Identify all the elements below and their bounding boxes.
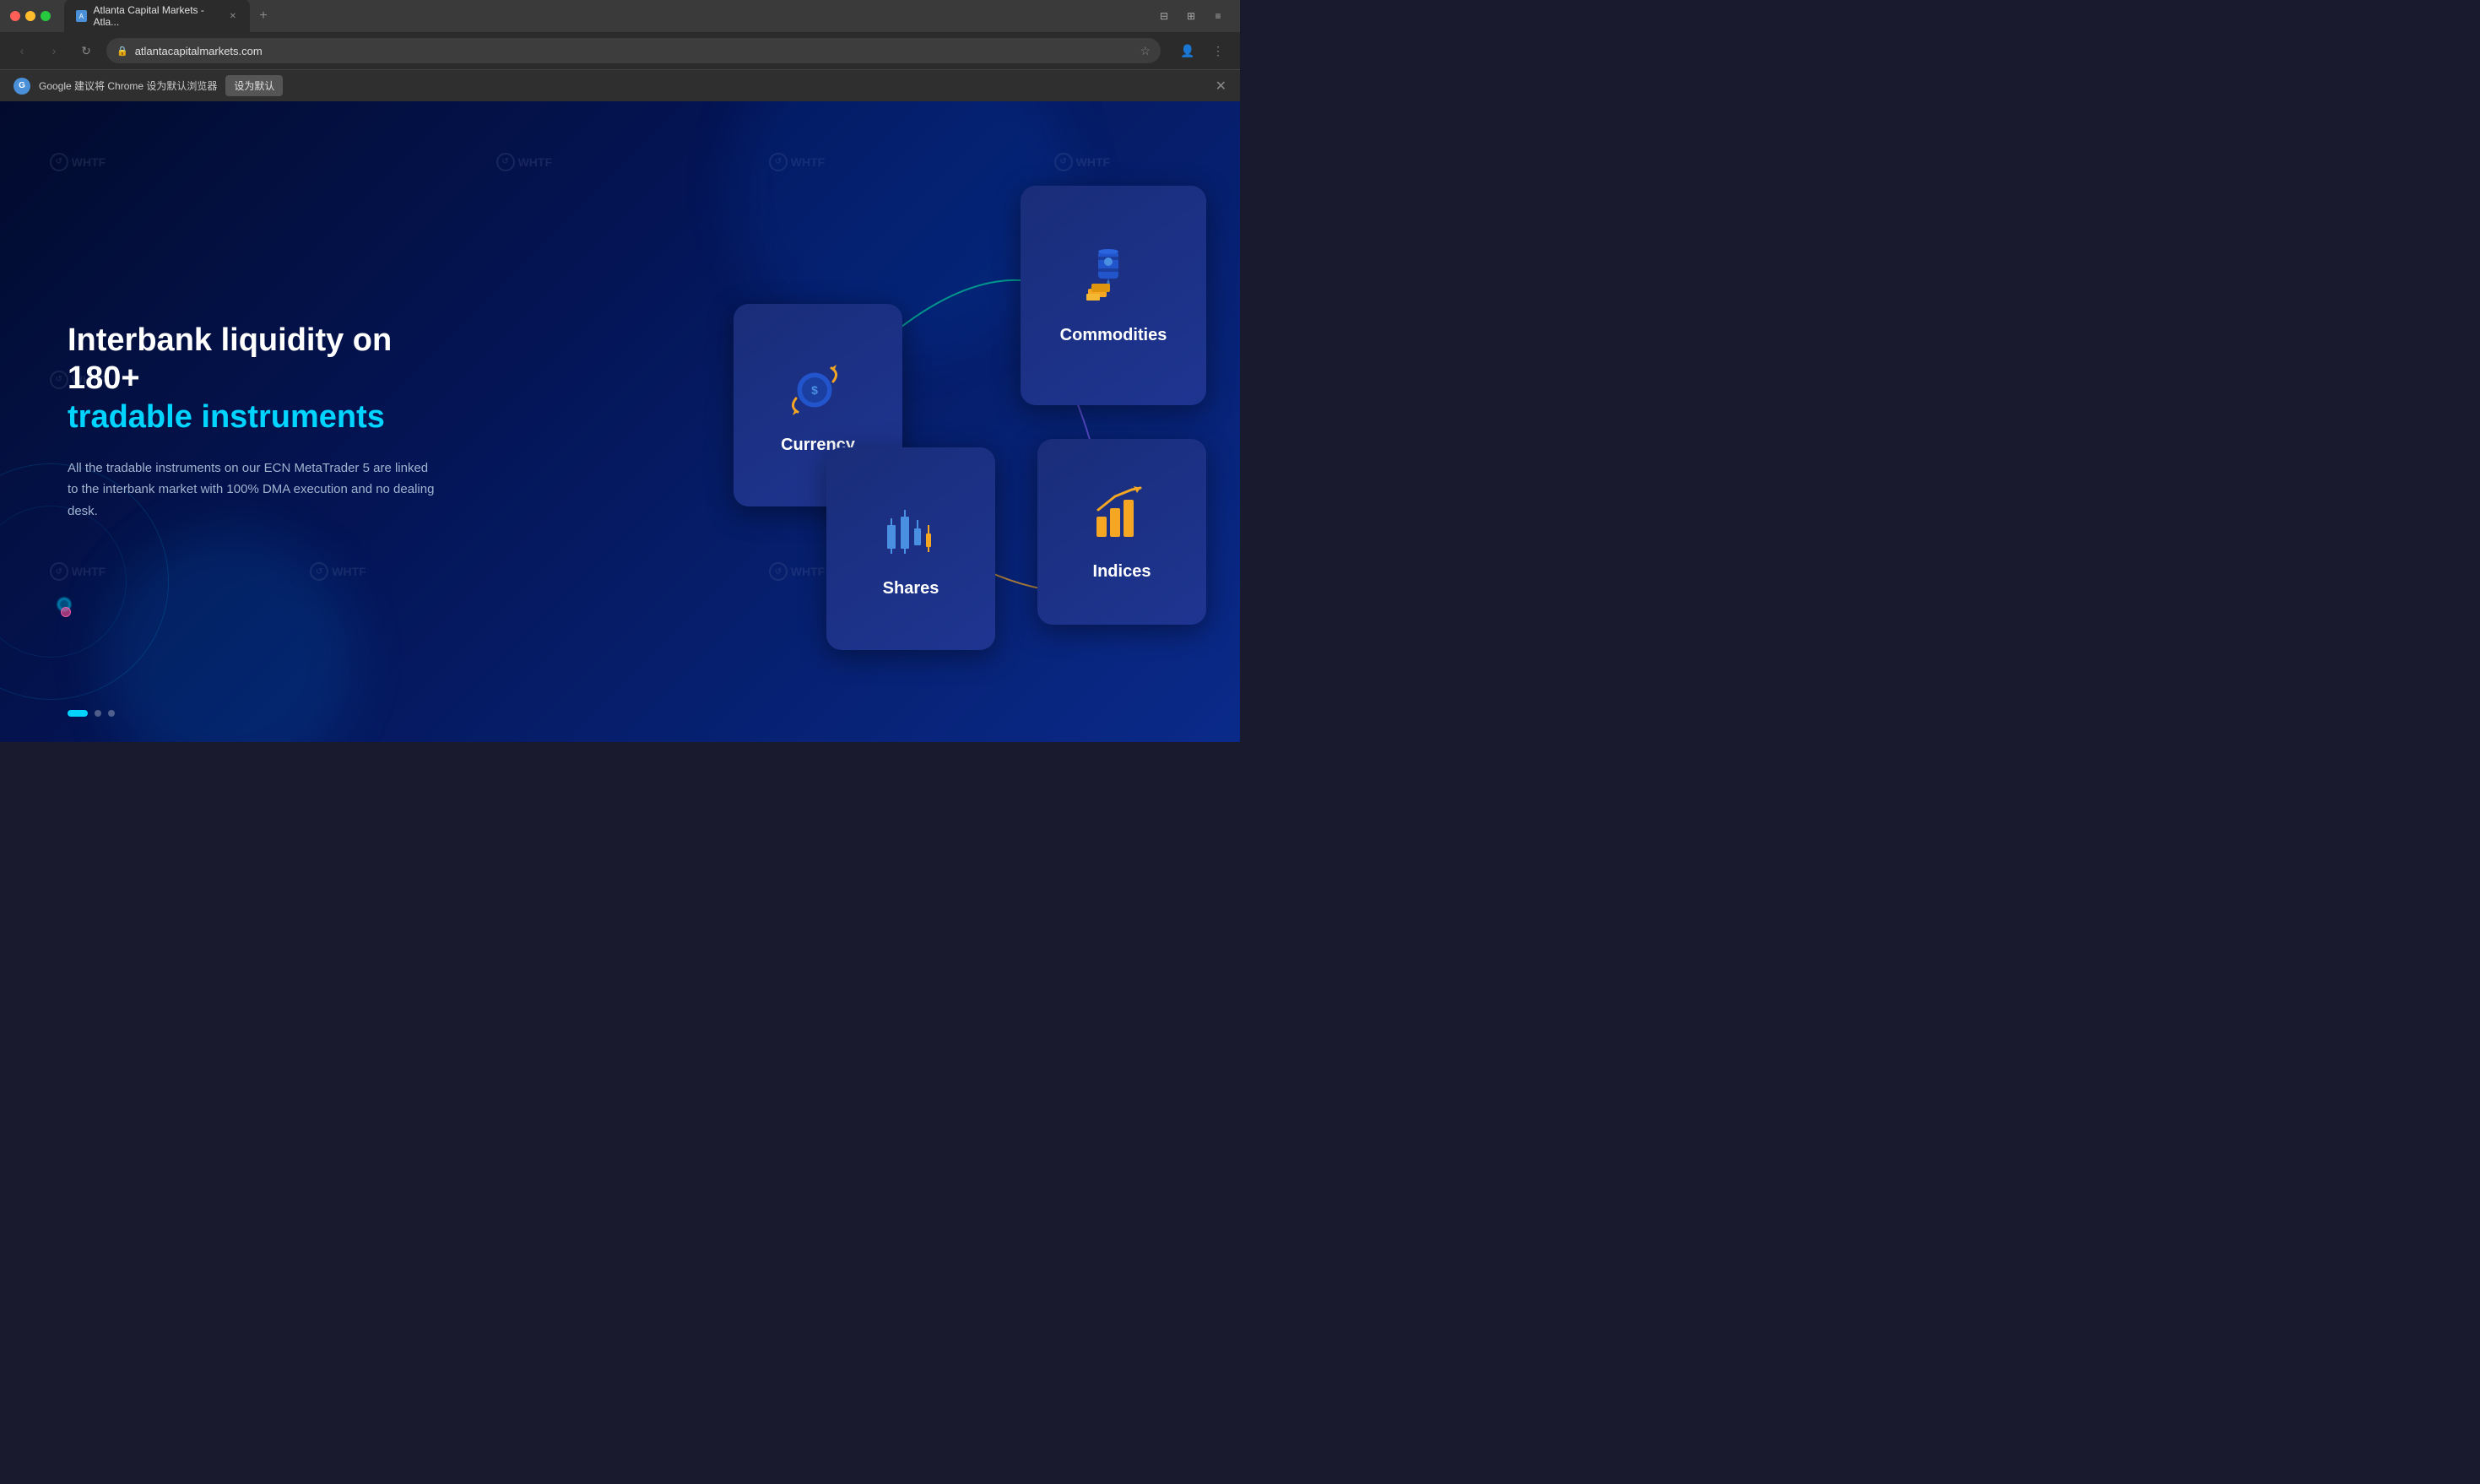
commodities-card[interactable]: Commodities (1021, 186, 1206, 405)
nav-right-controls: 👤 ⋮ (1176, 39, 1230, 62)
forward-button[interactable]: › (42, 39, 66, 62)
browser-chrome: A Atlanta Capital Markets - Atla... ✕ + … (0, 0, 1240, 101)
watermark-text-4: WHTF (1076, 155, 1110, 169)
address-bar[interactable]: 🔒 atlantacapitalmarkets.com ☆ (106, 38, 1161, 63)
description-text: All the tradable instruments on our ECN … (68, 458, 439, 523)
currency-icon: $ (784, 355, 852, 422)
shares-card[interactable]: Shares (826, 447, 995, 650)
bookmark-icon[interactable]: ☆ (1140, 44, 1151, 58)
headline: Interbank liquidity on 180+ tradable ins… (68, 322, 439, 437)
watermark-text-1: WHTF (72, 155, 106, 169)
info-bar-text: Google 建议将 Chrome 设为默认浏览器 (39, 79, 217, 93)
info-bar-close-btn[interactable]: ✕ (1216, 78, 1226, 95)
nav-dots (68, 710, 115, 717)
minimize-window-btn[interactable] (25, 11, 35, 21)
profile-icon[interactable]: 👤 (1176, 39, 1199, 62)
nav-bar: ‹ › ↻ 🔒 atlantacapitalmarkets.com ☆ 👤 ⋮ (0, 32, 1240, 69)
shares-label: Shares (883, 579, 939, 598)
window-minimize-icon[interactable]: ⊟ (1152, 4, 1176, 28)
headline-line2: tradable instruments (68, 399, 385, 435)
address-actions: ☆ (1140, 44, 1151, 58)
nav-dot-1[interactable] (68, 710, 88, 717)
watermark-text-2: WHTF (518, 155, 552, 169)
close-window-btn[interactable] (10, 11, 20, 21)
orb-2 (61, 607, 71, 617)
watermark-2: ↺ WHTF (496, 153, 552, 171)
tab-title: Atlanta Capital Markets - Atla... (94, 4, 218, 28)
indices-card[interactable]: Indices (1037, 439, 1206, 625)
url-text: atlantacapitalmarkets.com (135, 45, 263, 57)
window-expand-icon[interactable]: ⊞ (1179, 4, 1203, 28)
lock-icon: 🔒 (116, 46, 128, 57)
chrome-icon: G (14, 78, 30, 95)
watermark-icon-2: ↺ (496, 153, 515, 171)
tab-favicon: A (76, 10, 87, 22)
window-controls: ⊟ ⊞ ≡ (1152, 4, 1230, 28)
traffic-lights (10, 11, 51, 21)
new-tab-button[interactable]: + (253, 6, 273, 26)
tab-bar: A Atlanta Capital Markets - Atla... ✕ + (64, 0, 1145, 33)
watermark-icon-1: ↺ (50, 153, 68, 171)
indices-icon (1088, 481, 1156, 549)
tab-close-btn[interactable]: ✕ (228, 10, 239, 22)
commodities-icon (1080, 245, 1147, 312)
title-bar: A Atlanta Capital Markets - Atla... ✕ + … (0, 0, 1240, 32)
window-menu-icon[interactable]: ≡ (1206, 4, 1230, 28)
nav-dot-2[interactable] (95, 710, 101, 717)
info-bar: G Google 建议将 Chrome 设为默认浏览器 设为默认 ✕ (0, 69, 1240, 101)
shares-icon (877, 498, 945, 566)
website-content: ↺ WHTF ↺ WHTF ↺ WHTF ↺ WHTF ↺ WHTF ↺ WHT… (0, 101, 1240, 742)
commodities-label: Commodities (1060, 326, 1167, 345)
svg-text:$: $ (811, 383, 818, 397)
refresh-button[interactable]: ↻ (74, 39, 98, 62)
left-content: Interbank liquidity on 180+ tradable ins… (0, 271, 506, 572)
headline-line1: Interbank liquidity on 180+ (68, 322, 392, 397)
maximize-window-btn[interactable] (41, 11, 51, 21)
watermark-1: ↺ WHTF (50, 153, 106, 171)
set-default-button[interactable]: 设为默认 (225, 75, 283, 96)
instrument-diagram: $ Currency (683, 169, 1240, 675)
indices-label: Indices (1093, 562, 1151, 582)
back-button[interactable]: ‹ (10, 39, 34, 62)
menu-icon[interactable]: ⋮ (1206, 39, 1230, 62)
watermark-text-3: WHTF (791, 155, 825, 169)
nav-dot-3[interactable] (108, 710, 115, 717)
active-tab[interactable]: A Atlanta Capital Markets - Atla... ✕ (64, 0, 250, 33)
